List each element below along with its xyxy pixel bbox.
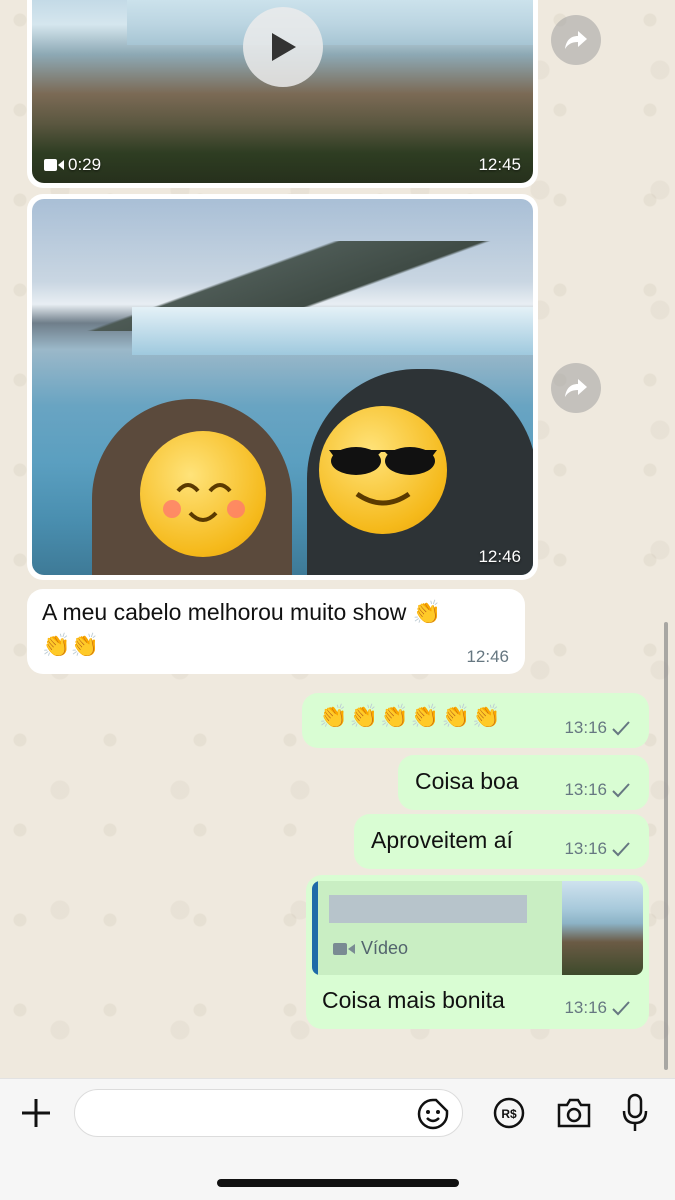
svg-text:R$: R$	[501, 1107, 517, 1121]
outgoing-message-time: 13:16	[564, 839, 607, 858]
incoming-message[interactable]: A meu cabelo melhorou muito show 👏 👏👏 12…	[27, 589, 525, 674]
outgoing-message-time: 13:16	[564, 718, 607, 737]
microphone-icon	[622, 1093, 648, 1131]
outgoing-message-text: Aproveitem aí	[371, 827, 513, 853]
outgoing-message-text: Coisa boa	[415, 768, 519, 794]
video-camera-icon	[44, 159, 64, 171]
forward-button[interactable]	[551, 15, 601, 65]
video-duration-text: 0:29	[68, 155, 102, 174]
outgoing-message[interactable]: Coisa boa 13:16	[398, 755, 649, 810]
quoted-type-label: Vídeo	[361, 938, 409, 958]
forward-icon	[565, 31, 587, 49]
blush-face-icon	[163, 483, 245, 522]
sunglasses-emoji-sticker	[319, 406, 447, 534]
check-icon	[612, 1001, 630, 1016]
quoted-sender-redacted	[329, 895, 527, 923]
check-icon	[612, 721, 630, 736]
message-meta: 13:16	[564, 998, 631, 1018]
video-duration: 0:29	[44, 155, 101, 175]
play-button[interactable]	[243, 7, 323, 87]
reply-message-time: 13:16	[564, 998, 607, 1017]
forward-icon	[565, 379, 587, 397]
incoming-message-text: A meu cabelo melhorou muito show 👏	[42, 599, 442, 625]
message-meta: 13:16	[564, 839, 631, 859]
video-camera-icon	[333, 942, 355, 955]
compose-bar: R$	[0, 1078, 675, 1200]
scrollbar[interactable]	[664, 622, 668, 1070]
outgoing-message-text: 👏👏👏👏👏👏	[319, 703, 503, 729]
reply-message[interactable]: Vídeo Coisa mais bonita 13:16	[306, 875, 649, 1029]
camera-icon	[557, 1098, 591, 1128]
microphone-button[interactable]	[620, 1093, 650, 1133]
play-icon	[272, 33, 296, 61]
plus-icon	[22, 1099, 50, 1127]
outgoing-message[interactable]: Aproveitem aí 13:16	[354, 814, 649, 869]
glacier-wall	[132, 307, 533, 355]
photo-message[interactable]: 12:46	[27, 194, 538, 580]
quoted-type: Vídeo	[333, 938, 408, 959]
incoming-message-time: 12:46	[466, 647, 509, 666]
photo-image[interactable]: 12:46	[32, 199, 533, 575]
forward-button-photo[interactable]	[551, 363, 601, 413]
smile-emoji-sticker	[140, 431, 266, 557]
home-indicator	[217, 1179, 459, 1187]
attach-button[interactable]	[18, 1095, 54, 1131]
quote-accent-bar	[312, 881, 318, 975]
check-icon	[612, 783, 630, 798]
check-icon	[612, 842, 630, 857]
video-thumbnail[interactable]: 0:29 12:45	[32, 0, 533, 183]
outgoing-message-time: 13:16	[564, 780, 607, 799]
quoted-thumbnail	[562, 881, 643, 975]
message-input[interactable]	[74, 1089, 463, 1137]
sunglasses-face-icon	[329, 447, 437, 506]
payment-button[interactable]: R$	[492, 1096, 526, 1130]
sticker-icon	[417, 1098, 449, 1130]
outgoing-message[interactable]: 👏👏👏👏👏👏 13:16	[302, 693, 649, 748]
payment-icon: R$	[493, 1097, 525, 1129]
message-meta: 13:16	[564, 718, 631, 738]
incoming-message-text-line2: 👏👏	[42, 632, 100, 658]
message-meta: 13:16	[564, 780, 631, 800]
video-message[interactable]: 0:29 12:45	[27, 0, 538, 188]
sticker-button[interactable]	[416, 1097, 450, 1131]
video-time: 12:45	[478, 155, 521, 174]
photo-time: 12:46	[478, 547, 521, 566]
camera-button[interactable]	[555, 1096, 593, 1130]
quoted-message[interactable]: Vídeo	[312, 881, 643, 975]
glacier-shape	[127, 0, 533, 45]
reply-message-text: Coisa mais bonita	[322, 987, 505, 1013]
